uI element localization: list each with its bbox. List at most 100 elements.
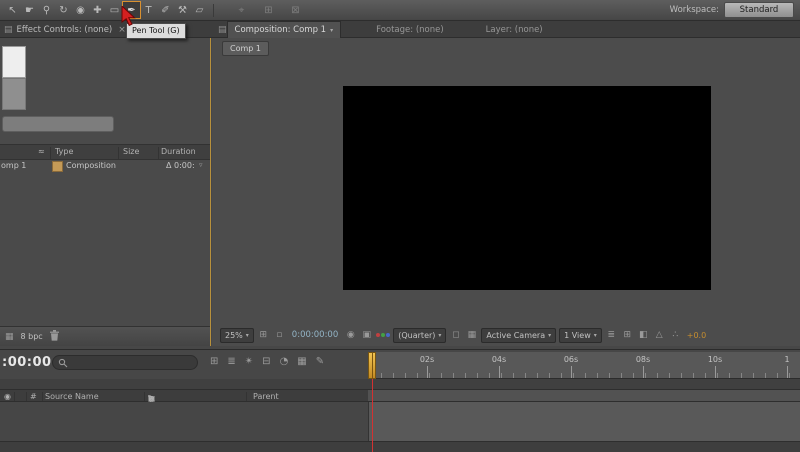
playhead-line xyxy=(372,379,373,452)
flowchart-icon[interactable]: △ xyxy=(653,330,666,340)
project-panel-footer: ▦ 8 bpc xyxy=(0,326,210,346)
current-time-indicator[interactable] xyxy=(368,352,376,379)
tab-effect-controls[interactable]: Effect Controls: (none) xyxy=(17,25,113,35)
column-index: # xyxy=(30,392,37,401)
draft-3d-icon[interactable]: ≣ xyxy=(227,356,235,367)
composition-footer-controls: 25% ▾ ⊞ ▫ 0:00:00:00 ◉ ▣ (Quarter) ▾ ◻ ▦… xyxy=(212,327,800,343)
panel-menu-icon[interactable]: ▤ xyxy=(218,25,227,35)
timeline-search-field[interactable] xyxy=(52,355,198,370)
hand-tool[interactable]: ☛ xyxy=(21,2,38,18)
rotation-tool[interactable]: ↻ xyxy=(55,2,72,18)
show-snapshot-icon[interactable]: ▣ xyxy=(360,330,373,340)
resolution-value: (Quarter) xyxy=(398,331,435,340)
column-duration[interactable]: Duration xyxy=(161,147,196,156)
snapshot-icon[interactable]: ◉ xyxy=(344,330,357,340)
motion-blur-icon[interactable]: ◔ xyxy=(280,356,289,367)
mouse-cursor-icon xyxy=(120,6,138,30)
type-tool[interactable]: T xyxy=(140,2,157,18)
column-source-name[interactable]: Source Name xyxy=(45,392,99,401)
item-name: omp 1 xyxy=(1,161,26,170)
workspace-selector[interactable]: Standard xyxy=(724,2,794,18)
hide-shy-layers-icon[interactable]: ✴ xyxy=(245,356,253,367)
frame-blending-icon[interactable]: ⊟ xyxy=(262,356,270,367)
grid-guides-icon[interactable]: ⊞ xyxy=(257,330,270,340)
eraser-tool[interactable]: ▱ xyxy=(191,2,208,18)
layer-column-headers: ◉ # Source Name ✴ \ fx ▦ ◎ ⊘ ⊙ Parent xyxy=(0,389,368,402)
chevron-down-icon: ▾ xyxy=(594,332,597,339)
tab-layer[interactable]: Layer: (none) xyxy=(479,22,550,38)
column-divider xyxy=(50,147,51,159)
timeline-gap-strip xyxy=(0,379,800,389)
magnification-value: 25% xyxy=(225,331,243,340)
layer-list-empty-area[interactable] xyxy=(0,402,368,441)
camera-view-value: Active Camera xyxy=(486,331,545,340)
sort-icon[interactable]: ≈ xyxy=(38,147,45,156)
pan-behind-tool[interactable]: ✚ xyxy=(89,2,106,18)
brainstorm-icon[interactable]: ▦ xyxy=(297,356,306,367)
column-size[interactable]: Size xyxy=(123,147,139,156)
ruler-label: 04s xyxy=(488,355,510,364)
timeline-bottom-strip xyxy=(0,441,800,452)
trash-icon[interactable] xyxy=(50,330,59,344)
timeline-current-time[interactable]: :00:00 xyxy=(2,355,52,370)
tab-composition[interactable]: Composition: Comp 1 ▾ xyxy=(227,21,342,38)
align-options-icon[interactable]: ⊠ xyxy=(287,2,304,18)
eye-icon[interactable]: ◉ xyxy=(4,392,11,401)
camera-view-dropdown[interactable]: Active Camera ▾ xyxy=(481,328,556,343)
column-divider xyxy=(42,392,43,401)
graph-editor-icon[interactable]: ✎ xyxy=(316,356,324,367)
chevron-down-icon: ▾ xyxy=(438,332,441,339)
after-effects-window: ↖ ☛ ⚲ ↻ ◉ ✚ ▭ ✒ T ✐ ⚒ ▱ ⌖ ⊞ ⊠ Workspace:… xyxy=(0,0,800,452)
composition-mini-flowchart-icon[interactable]: ⊞ xyxy=(210,356,218,367)
timeline-option-icons: ⊞ ≣ ✴ ⊟ ◔ ▦ ✎ xyxy=(210,356,324,367)
project-item-row[interactable]: omp 1 Composition Δ 0:00: ▿ xyxy=(0,159,210,172)
comp-mini-tab[interactable]: Comp 1 xyxy=(222,41,269,56)
project-column-headers: ≈ Type Size Duration xyxy=(0,144,210,160)
camera-tool[interactable]: ◉ xyxy=(72,2,89,18)
column-parent[interactable]: Parent xyxy=(253,392,279,401)
toolbar-divider xyxy=(213,4,214,17)
timeline-panel: :00:00 ⊞ ≣ ✴ ⊟ ◔ ▦ ✎ 02s 04s 06s 08s 10s… xyxy=(0,349,800,452)
project-search-field[interactable] xyxy=(2,116,114,132)
axis-mode-icon[interactable]: ⌖ xyxy=(233,2,250,18)
view-layout-dropdown[interactable]: 1 View ▾ xyxy=(559,328,602,343)
view-layout-value: 1 View xyxy=(564,331,591,340)
column-type[interactable]: Type xyxy=(55,147,73,156)
tab-footage[interactable]: Footage: (none) xyxy=(369,22,451,38)
fast-previews-icon[interactable]: ⊞ xyxy=(621,330,634,340)
current-time-display[interactable]: 0:00:00:00 xyxy=(292,330,338,340)
composition-viewport[interactable] xyxy=(343,86,711,290)
timeline-ruler[interactable]: 02s 04s 06s 08s 10s 1 xyxy=(368,352,800,379)
tab-composition-label: Composition: Comp 1 xyxy=(235,25,327,35)
magnification-dropdown[interactable]: 25% ▾ xyxy=(220,328,254,343)
item-type: Composition xyxy=(66,161,116,170)
reset-exposure-icon[interactable]: ∴ xyxy=(669,330,682,340)
channel-colors-icon[interactable] xyxy=(376,333,390,337)
ruler-label: 06s xyxy=(560,355,582,364)
mask-visibility-icon[interactable]: ▫ xyxy=(273,330,286,340)
panel-menu-icon[interactable]: ▤ xyxy=(4,25,13,35)
chevron-down-icon: ▾ xyxy=(548,332,551,339)
timeline-button-icon[interactable]: ◧ xyxy=(637,330,650,340)
project-flowchart-icon[interactable]: ▦ xyxy=(5,332,14,342)
clone-stamp-tool[interactable]: ⚒ xyxy=(174,2,191,18)
search-icon xyxy=(58,358,68,368)
brush-tool[interactable]: ✐ xyxy=(157,2,174,18)
zoom-tool[interactable]: ⚲ xyxy=(38,2,55,18)
transparency-grid-icon[interactable]: ▦ xyxy=(465,330,478,340)
exposure-value[interactable]: +0.0 xyxy=(687,331,706,340)
pixel-aspect-icon[interactable]: ≣ xyxy=(605,330,618,340)
timeline-search-input[interactable] xyxy=(68,357,182,368)
grid-options-icon[interactable]: ⊞ xyxy=(260,2,277,18)
workspace-label: Workspace: xyxy=(670,5,719,15)
resolution-dropdown[interactable]: (Quarter) ▾ xyxy=(393,328,446,343)
selection-tool[interactable]: ↖ xyxy=(4,2,21,18)
chevron-down-icon[interactable]: ▾ xyxy=(330,27,333,34)
track-area[interactable] xyxy=(368,402,800,441)
expand-icon[interactable]: ▿ xyxy=(199,161,203,169)
chevron-down-icon: ▾ xyxy=(246,332,249,339)
bit-depth-button[interactable]: 8 bpc xyxy=(21,332,43,341)
track-header-strip xyxy=(368,389,800,402)
column-divider xyxy=(158,147,159,159)
region-of-interest-icon[interactable]: ◻ xyxy=(449,330,462,340)
